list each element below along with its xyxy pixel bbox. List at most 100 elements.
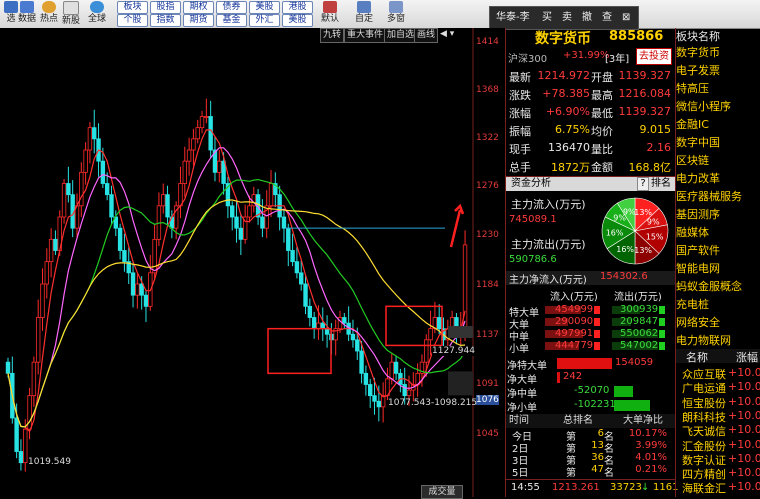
chart-menu-icon[interactable]: ◀ ▾ [438, 28, 456, 41]
rank-ratio: 4.01% [635, 452, 667, 463]
quote-value: +78.385 [542, 87, 590, 100]
candle-body [143, 294, 149, 307]
trade-close-icon[interactable]: ⊠ [622, 7, 630, 29]
axis-tick-label: 1076 [476, 395, 499, 405]
plate-item[interactable]: 电子发票 [676, 62, 720, 78]
leader-name[interactable]: 海联金汇 [682, 480, 726, 496]
candle-body [424, 339, 429, 363]
btn-stock[interactable]: 个股 [117, 14, 148, 27]
plate-item[interactable]: 微信小程序 [676, 98, 731, 114]
inflow-label: 主力流入(万元) [511, 198, 586, 211]
btn-us[interactable]: 美股 [249, 1, 280, 14]
btn-hk[interactable]: 港股 [282, 1, 313, 14]
candle-body [307, 305, 313, 318]
candle-body [303, 283, 308, 307]
plate-item[interactable]: 智能电网 [676, 260, 720, 276]
quote-value: 168.8亿 [628, 161, 672, 174]
fund-row-in: 444779 [555, 340, 594, 351]
plate-item[interactable]: 金融IC [676, 116, 709, 132]
candle-body [208, 116, 213, 151]
plate-item[interactable]: 区块链 [676, 152, 709, 168]
toolbar-item-multi[interactable]: 多窗 [384, 0, 408, 28]
quote-label: 最高 [591, 89, 613, 102]
leader-change: +10.03 [728, 394, 760, 408]
rank-ratio: 10.17% [628, 428, 667, 439]
outflow-marker [659, 306, 665, 314]
plate-item[interactable]: 充电桩 [676, 296, 709, 312]
candle-body [230, 205, 235, 218]
btn-option[interactable]: 期权 [183, 1, 214, 14]
candle-body [186, 149, 192, 162]
data-icon [20, 1, 34, 13]
plate-item[interactable]: 融媒体 [676, 224, 709, 240]
plate-item[interactable]: 数字货币 [676, 44, 720, 60]
plate-item[interactable]: 特高压 [676, 80, 709, 96]
plate-item[interactable]: 电力改革 [676, 170, 720, 186]
net-inflow-row: 主力净流入(万元) 154302.6 [505, 271, 675, 286]
btn-futures[interactable]: 期货 [183, 14, 214, 27]
toolbar-item-ipo[interactable]: 新股 [60, 0, 82, 28]
btn-fund[interactable]: 基金 [216, 14, 247, 27]
toolbar: 选 数据 热点 新股 全球 板块 股指 期权 债券 美股 港股 个股 指数 期货… [0, 0, 760, 29]
candle-body [368, 384, 373, 397]
compare-row: 沪深300 +31.99% [3年] 去投资 [505, 48, 675, 66]
candle-body [161, 194, 166, 207]
invest-button[interactable]: 去投资 [636, 48, 672, 65]
rank-time: 5日 [512, 468, 529, 479]
btn-forex[interactable]: 外汇 [249, 14, 280, 27]
btn-sector[interactable]: 板块 [117, 1, 148, 14]
trade-query[interactable]: 查 [602, 7, 612, 29]
inflow-marker [594, 342, 600, 350]
candle-body [5, 361, 11, 374]
plate-item[interactable]: 数字中国 [676, 134, 720, 150]
candle-body [234, 216, 239, 229]
btn-bond[interactable]: 债券 [216, 1, 247, 14]
toolbar-item-custom[interactable]: 自定 [352, 0, 376, 28]
trade-buy[interactable]: 买 [542, 7, 552, 29]
axis-tick-label: 1322 [476, 133, 499, 143]
candle-body [294, 261, 300, 274]
rank-prefix: 第 [566, 468, 576, 479]
plate-item[interactable]: 国产软件 [676, 242, 720, 258]
quote-value: 6.75% [555, 123, 590, 136]
candle-body [92, 127, 97, 140]
toolbar-item-default[interactable]: 默认 [318, 0, 342, 28]
plate-item[interactable]: 电力物联网 [676, 332, 731, 348]
rank-suffix: 名 [604, 468, 614, 479]
candle-body [53, 238, 58, 251]
toolbar-item-global[interactable]: 全球 [86, 0, 108, 28]
inflow-marker [594, 318, 600, 326]
tab-add-watchlist[interactable]: 加自选 [384, 28, 418, 43]
leader-change: +10.00 [728, 480, 760, 494]
stock-name: 数字货币 [535, 31, 591, 47]
net-bar-positive [557, 372, 560, 383]
candle-body [376, 400, 382, 408]
trade-cancel[interactable]: 撤 [582, 7, 592, 29]
plate-item[interactable]: 蚂蚁金服概念 [676, 278, 742, 294]
candle-body [35, 317, 41, 363]
trade-account[interactable]: 华泰-李 [496, 7, 530, 29]
rank-link[interactable]: 排名 [651, 177, 671, 191]
tab-nine-turn[interactable]: 九转 [320, 28, 345, 43]
kline-chart[interactable] [0, 28, 505, 497]
plate-item[interactable]: 基因测序 [676, 206, 720, 222]
pie-label: 15% [646, 233, 664, 242]
tab-major-events[interactable]: 重大事件 [344, 28, 387, 43]
leader-change: +10.05 [728, 366, 760, 379]
candle-body [165, 194, 170, 218]
toolbar-item-hot[interactable]: 热点 [38, 0, 60, 28]
axis-tick-label: 1368 [476, 85, 499, 95]
candle-body [18, 451, 24, 464]
help-icon[interactable]: ? [637, 177, 649, 191]
plate-item[interactable]: 医疗器械服务 [676, 188, 742, 204]
toolbar-item-data[interactable]: 数据 [16, 0, 38, 28]
plate-item[interactable]: 网络安全 [676, 314, 720, 330]
btn-index[interactable]: 股指 [150, 1, 181, 14]
tab-draw[interactable]: 画线 [414, 28, 439, 43]
trade-sell[interactable]: 卖 [562, 7, 572, 29]
btn-indices[interactable]: 指数 [150, 14, 181, 27]
net-row-name: 净大单 [507, 375, 537, 386]
candle-body [44, 261, 50, 285]
candle-body [372, 395, 377, 402]
btn-us2[interactable]: 美股 [282, 14, 313, 27]
